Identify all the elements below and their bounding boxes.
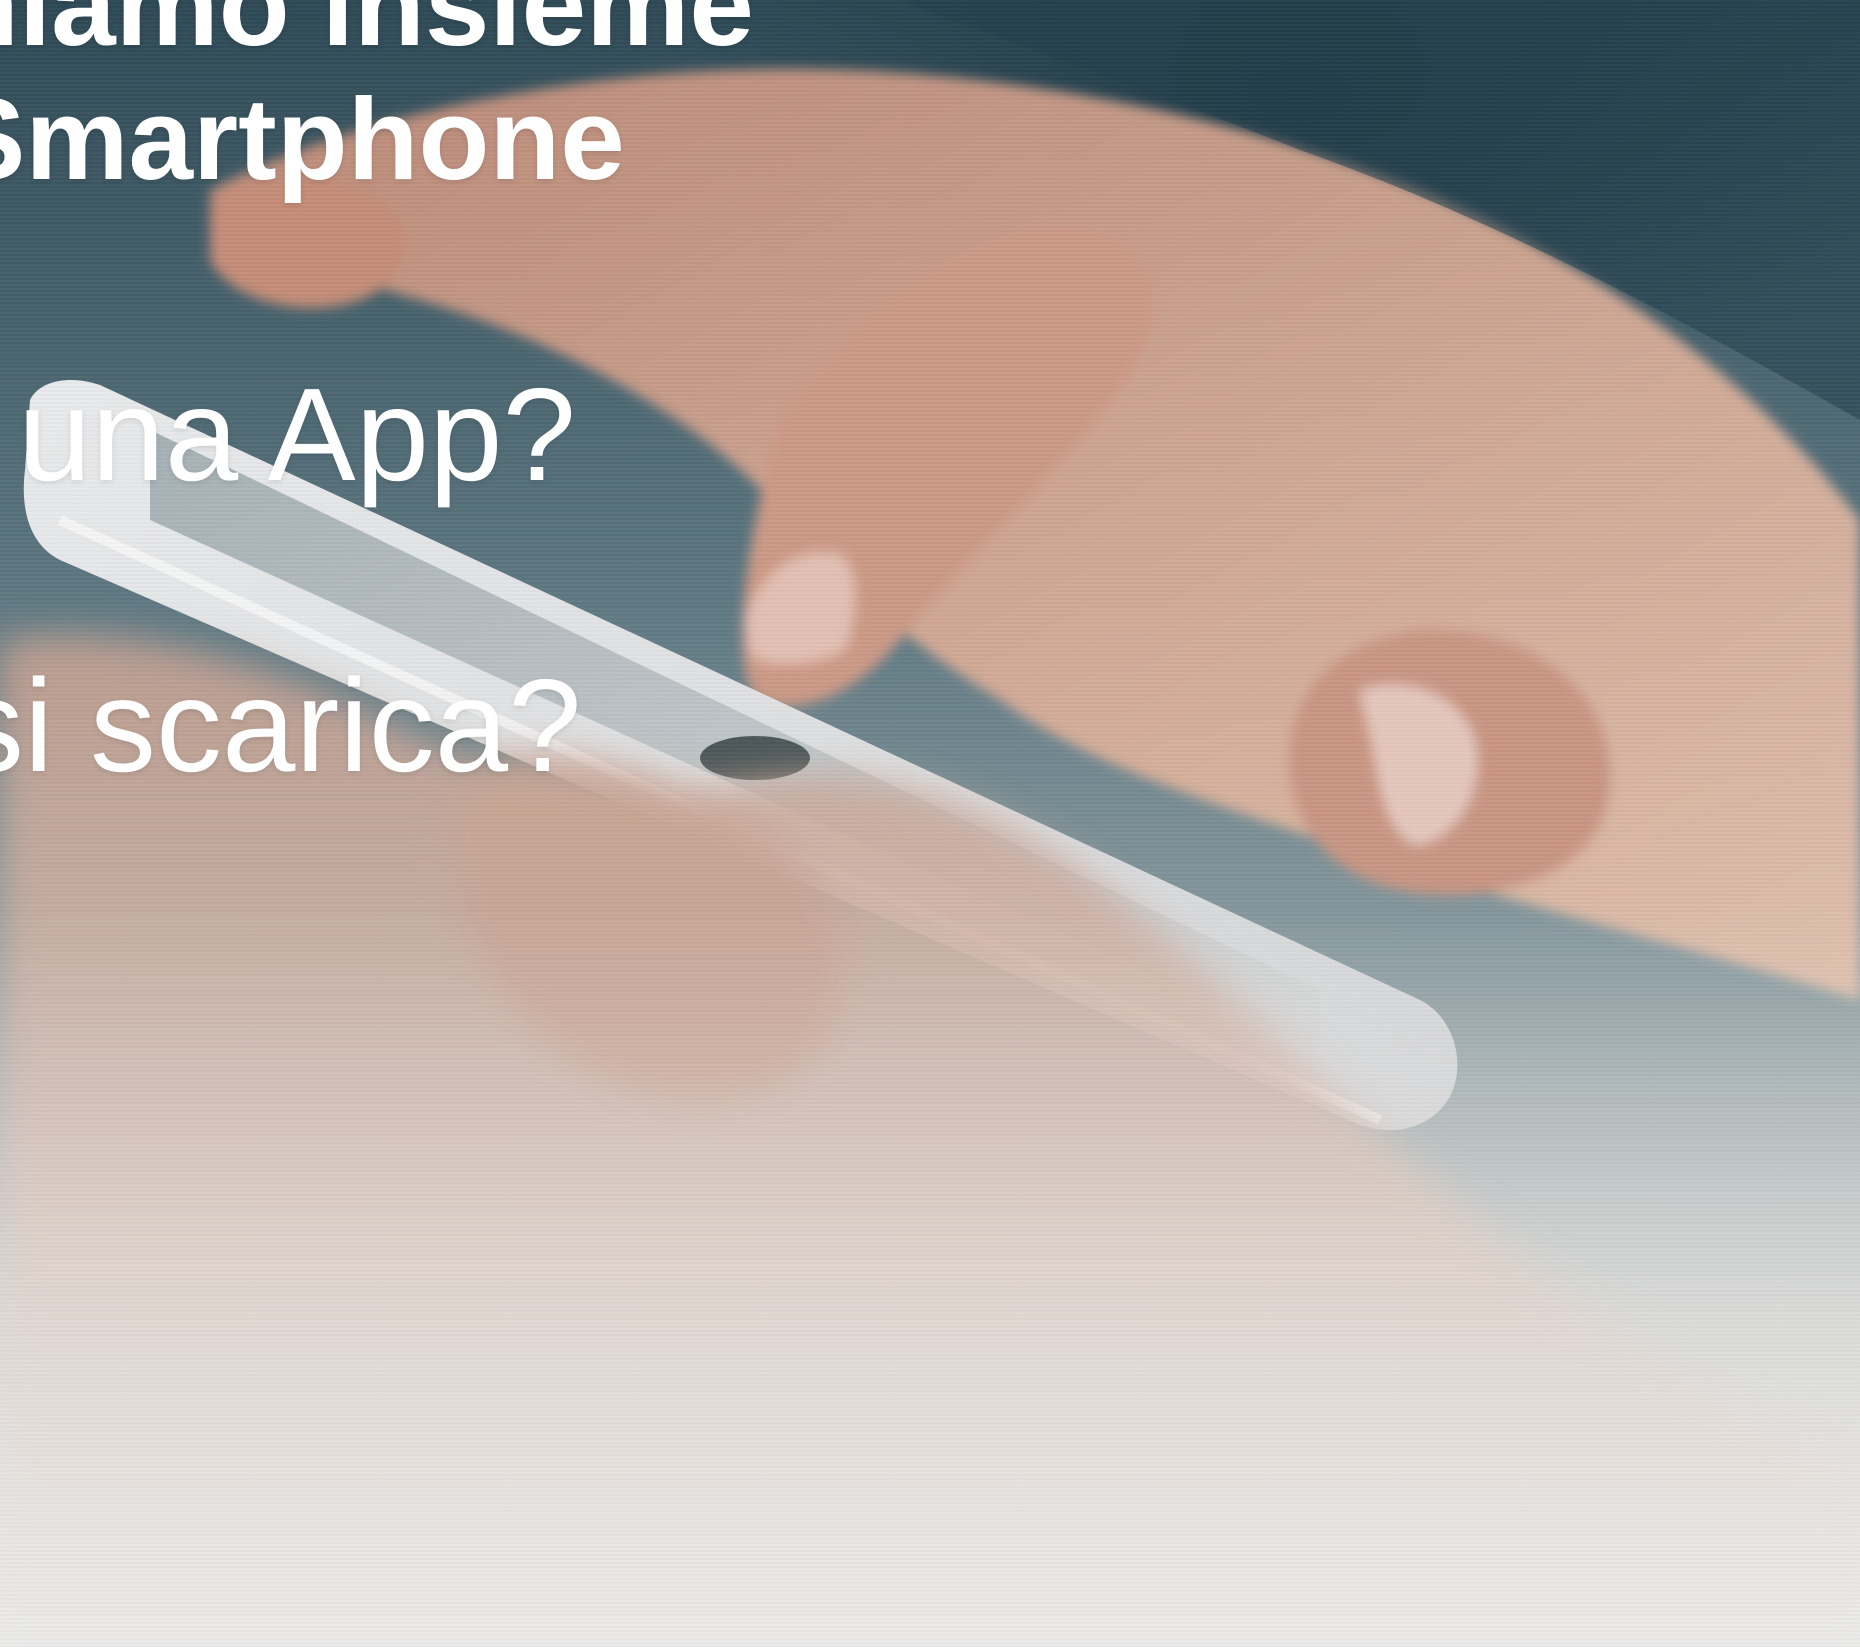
bullet-how-download: si scarica? [0, 652, 582, 799]
slide-title: niamo insieme Smartphone [0, 0, 754, 206]
hands-smartphone-photo [0, 0, 1860, 1647]
bullet-what-is-app: una App? [18, 361, 576, 508]
slide-title-line-1: niamo insieme [0, 0, 754, 70]
slide-title-line-2: Smartphone [0, 74, 625, 204]
presentation-slide: niamo insieme Smartphone una App? si sca… [0, 0, 1860, 1647]
